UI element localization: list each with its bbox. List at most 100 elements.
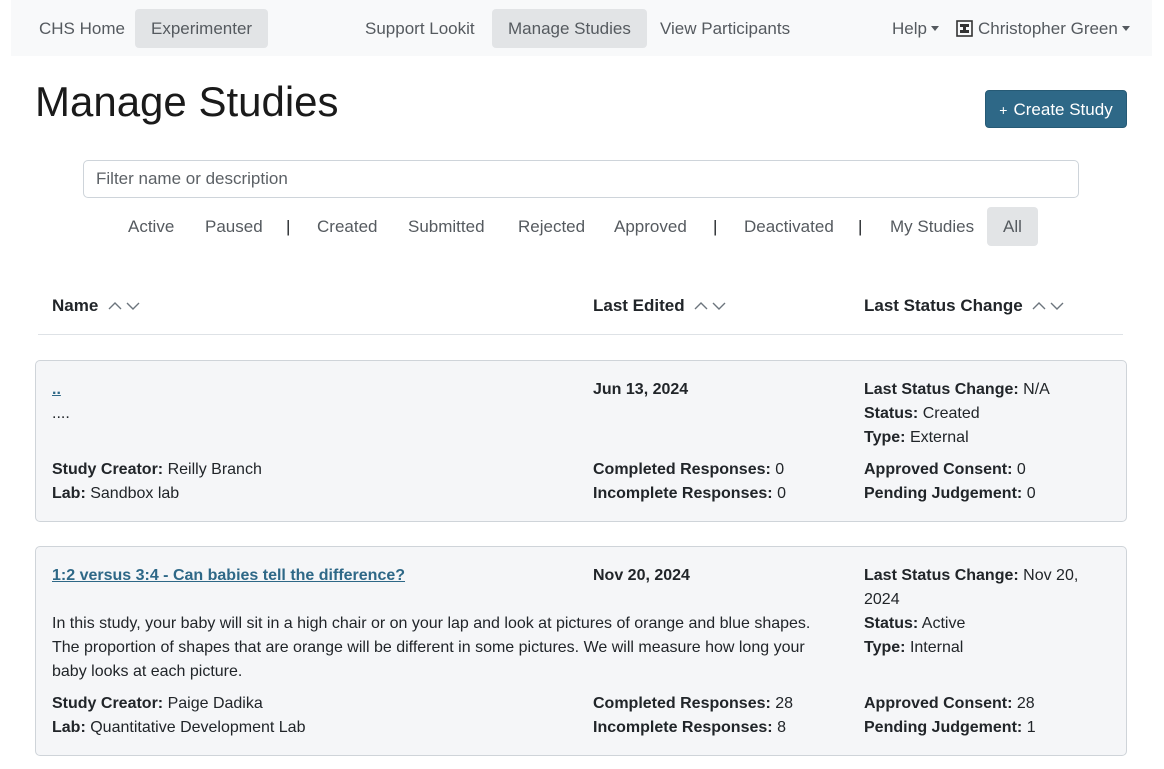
sort-toggle xyxy=(108,302,140,311)
study-name-link[interactable]: 1:2 versus 3:4 - Can babies tell the dif… xyxy=(52,564,405,588)
sort-desc-icon xyxy=(126,302,140,311)
nav-manage-studies[interactable]: Manage Studies xyxy=(492,9,647,48)
chevron-down-icon xyxy=(1121,26,1130,32)
study-last-edited: Nov 20, 2024 xyxy=(593,567,690,584)
nav-user-dropdown[interactable]: Christopher Green xyxy=(940,9,1146,48)
value: Paige Dadika xyxy=(167,695,263,712)
value: Internal xyxy=(909,639,964,656)
label: Completed Responses: xyxy=(593,695,771,712)
column-header-last-status-change: Last Status Change xyxy=(864,296,1065,316)
sort-desc-icon xyxy=(1050,302,1064,311)
tab-approved[interactable]: Approved xyxy=(614,207,687,246)
label: Completed Responses: xyxy=(593,461,771,478)
nav-view-participants[interactable]: View Participants xyxy=(644,9,806,48)
incomplete-row: Incomplete Responses: 8 xyxy=(593,716,786,740)
lab-row: Lab: Quantitative Development Lab xyxy=(52,716,305,740)
value: 1 xyxy=(1026,719,1036,736)
tab-separator: | xyxy=(858,217,863,236)
type-row: Type: Internal xyxy=(864,636,963,660)
label: Pending Judgement: xyxy=(864,485,1023,502)
label: Approved Consent: xyxy=(864,695,1013,712)
nav-support-lookit[interactable]: Support Lookit xyxy=(349,9,491,48)
label: Type: xyxy=(864,639,906,656)
label: Status: xyxy=(864,405,919,422)
nav-chs-home[interactable]: CHS Home xyxy=(23,9,141,48)
completed-row: Completed Responses: 28 xyxy=(593,692,793,716)
value: Created xyxy=(922,405,980,422)
value: 0 xyxy=(1026,485,1036,502)
study-card: 1:2 versus 3:4 - Can babies tell the dif… xyxy=(35,546,1127,756)
pending-judgement-row: Pending Judgement: 1 xyxy=(864,716,1036,740)
value: Nov 20, xyxy=(1023,567,1079,584)
tab-deactivated[interactable]: Deactivated xyxy=(744,207,834,246)
last-status-change-row: Last Status Change: Nov 20, xyxy=(864,564,1078,588)
creator-row: Study Creator: Reilly Branch xyxy=(52,458,262,482)
status-row: Status: Created xyxy=(864,402,980,426)
column-last-status-label: Last Status Change xyxy=(864,296,1023,315)
completed-row: Completed Responses: 0 xyxy=(593,458,784,482)
nav-help-label: Help xyxy=(892,19,927,38)
study-name-link[interactable]: .. xyxy=(52,378,61,402)
lab-row: Lab: Sandbox lab xyxy=(52,482,179,506)
tab-separator: | xyxy=(713,217,718,236)
column-header-last-edited: Last Edited xyxy=(593,296,727,316)
sort-asc-icon xyxy=(1032,302,1046,310)
tab-submitted[interactable]: Submitted xyxy=(408,207,485,246)
pending-judgement-row: Pending Judgement: 0 xyxy=(864,482,1036,506)
tab-rejected[interactable]: Rejected xyxy=(518,207,585,246)
tab-my-studies[interactable]: My Studies xyxy=(890,207,974,246)
label: Lab: xyxy=(52,719,86,736)
label: Incomplete Responses: xyxy=(593,719,773,736)
create-study-label: Create Study xyxy=(1013,100,1113,119)
type-row: Type: External xyxy=(864,426,969,450)
user-icon xyxy=(956,19,973,37)
tab-all[interactable]: All xyxy=(987,207,1038,246)
last-status-change-row: Last Status Change: N/A xyxy=(864,378,1050,402)
label: Approved Consent: xyxy=(864,461,1013,478)
creator-row: Study Creator: Paige Dadika xyxy=(52,692,263,716)
value: External xyxy=(909,429,969,446)
create-study-button[interactable]: + Create Study xyxy=(985,90,1127,128)
tab-active[interactable]: Active xyxy=(128,207,174,246)
status-row: Status: Active xyxy=(864,612,965,636)
value: 8 xyxy=(777,719,786,736)
last-status-change-year: 2024 xyxy=(864,591,900,608)
plus-icon: + xyxy=(999,102,1008,118)
value: 0 xyxy=(1016,461,1026,478)
label: Study Creator: xyxy=(52,695,164,712)
value: 0 xyxy=(777,485,786,502)
sort-asc-icon xyxy=(108,302,122,310)
study-card: .. .... Jun 13, 2024 Last Status Change:… xyxy=(35,360,1127,522)
value: 0 xyxy=(775,461,785,478)
top-navbar: CHS Home Experimenter Support Lookit Man… xyxy=(11,0,1152,56)
sort-asc-icon xyxy=(694,302,708,310)
sort-desc-icon xyxy=(712,302,726,311)
study-description: In this study, your baby will sit in a h… xyxy=(52,615,811,680)
tab-created[interactable]: Created xyxy=(317,207,377,246)
tab-separator: | xyxy=(286,217,291,236)
label: Study Creator: xyxy=(52,461,164,478)
sort-toggle xyxy=(1032,302,1064,311)
header-divider xyxy=(38,334,1123,335)
column-name-label: Name xyxy=(52,296,99,315)
approved-consent-row: Approved Consent: 28 xyxy=(864,692,1035,716)
filter-input[interactable] xyxy=(83,160,1079,198)
study-description: .... xyxy=(52,405,70,422)
value: 28 xyxy=(775,695,794,712)
nav-user-label: Christopher Green xyxy=(978,19,1118,38)
value: Reilly Branch xyxy=(167,461,262,478)
study-last-edited: Jun 13, 2024 xyxy=(593,381,689,398)
nav-experimenter[interactable]: Experimenter xyxy=(135,9,269,48)
value: 28 xyxy=(1016,695,1035,712)
label: Last Status Change: xyxy=(864,567,1019,584)
label: Type: xyxy=(864,429,906,446)
value: N/A xyxy=(1023,381,1050,398)
label: Pending Judgement: xyxy=(864,719,1023,736)
label: Status: xyxy=(864,615,919,632)
value: Quantitative Development Lab xyxy=(90,719,306,736)
label: Lab: xyxy=(52,485,86,502)
sort-toggle xyxy=(694,302,726,311)
tab-paused[interactable]: Paused xyxy=(205,207,263,246)
approved-consent-row: Approved Consent: 0 xyxy=(864,458,1026,482)
label: Last Status Change: xyxy=(864,381,1019,398)
